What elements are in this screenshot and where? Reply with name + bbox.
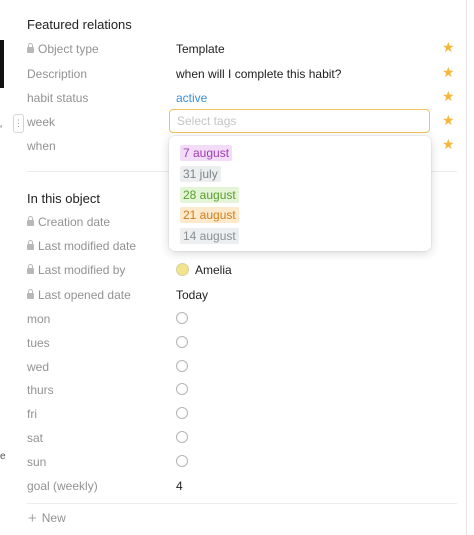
relation-label: Object type <box>27 42 99 56</box>
checkbox[interactable] <box>176 407 188 419</box>
relation-label: fri <box>27 407 37 421</box>
drag-handle-icon[interactable]: ⋮ <box>13 114 24 133</box>
in-this-object-title: In this object <box>27 191 100 206</box>
relation-label: week <box>27 115 56 129</box>
relation-label: tues <box>27 336 50 350</box>
star-icon[interactable]: ★ <box>442 112 455 129</box>
relation-label: Description <box>27 67 88 81</box>
section-divider <box>27 503 457 504</box>
relation-row-mon[interactable]: mon <box>0 308 466 332</box>
relation-label: sun <box>27 455 47 469</box>
checkbox[interactable] <box>176 312 188 324</box>
relation-label: when <box>27 139 56 153</box>
relations-panel: ‘ e Featured relations Object type Templ… <box>0 0 474 535</box>
relation-value[interactable]: 4 <box>176 479 183 493</box>
relation-row-last-modified-by[interactable]: Last modified by Amelia <box>0 259 466 283</box>
relation-label: mon <box>27 312 51 326</box>
relation-label: Creation date <box>27 215 110 229</box>
relation-row-goal-weekly[interactable]: goal (weekly) 4 <box>0 475 466 499</box>
star-icon[interactable]: ★ <box>442 64 455 81</box>
checkbox[interactable] <box>176 383 188 395</box>
lock-icon <box>27 264 34 274</box>
featured-relations-title: Featured relations <box>27 17 132 32</box>
relation-label: habit status <box>27 91 89 105</box>
status-value[interactable]: active <box>176 91 207 105</box>
checkbox[interactable] <box>176 455 188 467</box>
relation-row-sat[interactable]: sat <box>0 427 466 451</box>
avatar <box>176 263 189 276</box>
checkbox[interactable] <box>176 431 188 443</box>
relation-label: thurs <box>27 383 54 397</box>
star-icon[interactable]: ★ <box>442 88 455 105</box>
relation-label: sat <box>27 431 44 445</box>
tag-option[interactable]: 21 august <box>180 207 239 223</box>
panel-border <box>466 0 467 535</box>
tag-option[interactable]: 31 july <box>180 166 221 182</box>
relation-value: Today <box>176 288 209 302</box>
relation-row-description[interactable]: Description when will I complete this ha… <box>0 63 466 87</box>
relation-value[interactable]: Template <box>176 42 225 56</box>
relation-row-tues[interactable]: tues <box>0 332 466 356</box>
relation-label: Last opened date <box>27 288 131 302</box>
plus-icon: + <box>28 510 37 527</box>
new-relation-button[interactable]: + New <box>28 510 66 527</box>
relation-label: Last modified date <box>27 239 136 253</box>
relation-row-wed[interactable]: wed <box>0 356 466 380</box>
relation-label: wed <box>27 360 50 374</box>
tag-option[interactable]: 7 august <box>180 145 233 161</box>
checkbox[interactable] <box>176 360 188 372</box>
relation-label: goal (weekly) <box>27 479 98 493</box>
tag-option[interactable]: 28 august <box>180 187 239 203</box>
relation-value[interactable]: when will I complete this habit? <box>176 67 341 81</box>
relation-row-habit-status[interactable]: habit status active ★ <box>0 87 466 111</box>
user-value[interactable]: Amelia <box>176 263 232 277</box>
relation-row-last-opened-date[interactable]: Last opened date Today <box>0 284 466 308</box>
lock-icon <box>27 43 34 53</box>
relation-row-sun[interactable]: sun <box>0 451 466 475</box>
relation-row-object-type[interactable]: Object type Template ★ <box>0 38 466 62</box>
star-icon[interactable]: ★ <box>442 39 455 56</box>
lock-icon <box>27 216 34 226</box>
star-icon[interactable]: ★ <box>442 136 455 153</box>
checkbox[interactable] <box>176 336 188 348</box>
relation-row-fri[interactable]: fri <box>0 403 466 427</box>
relation-row-thurs[interactable]: thurs <box>0 379 466 403</box>
lock-icon <box>27 289 34 299</box>
lock-icon <box>27 240 34 250</box>
tag-search-input[interactable] <box>169 109 430 133</box>
relation-label: Last modified by <box>27 263 125 277</box>
tag-option[interactable]: 14 august <box>180 228 239 244</box>
tag-dropdown: 7 august 31 july 28 august 21 august 14 … <box>169 136 431 251</box>
